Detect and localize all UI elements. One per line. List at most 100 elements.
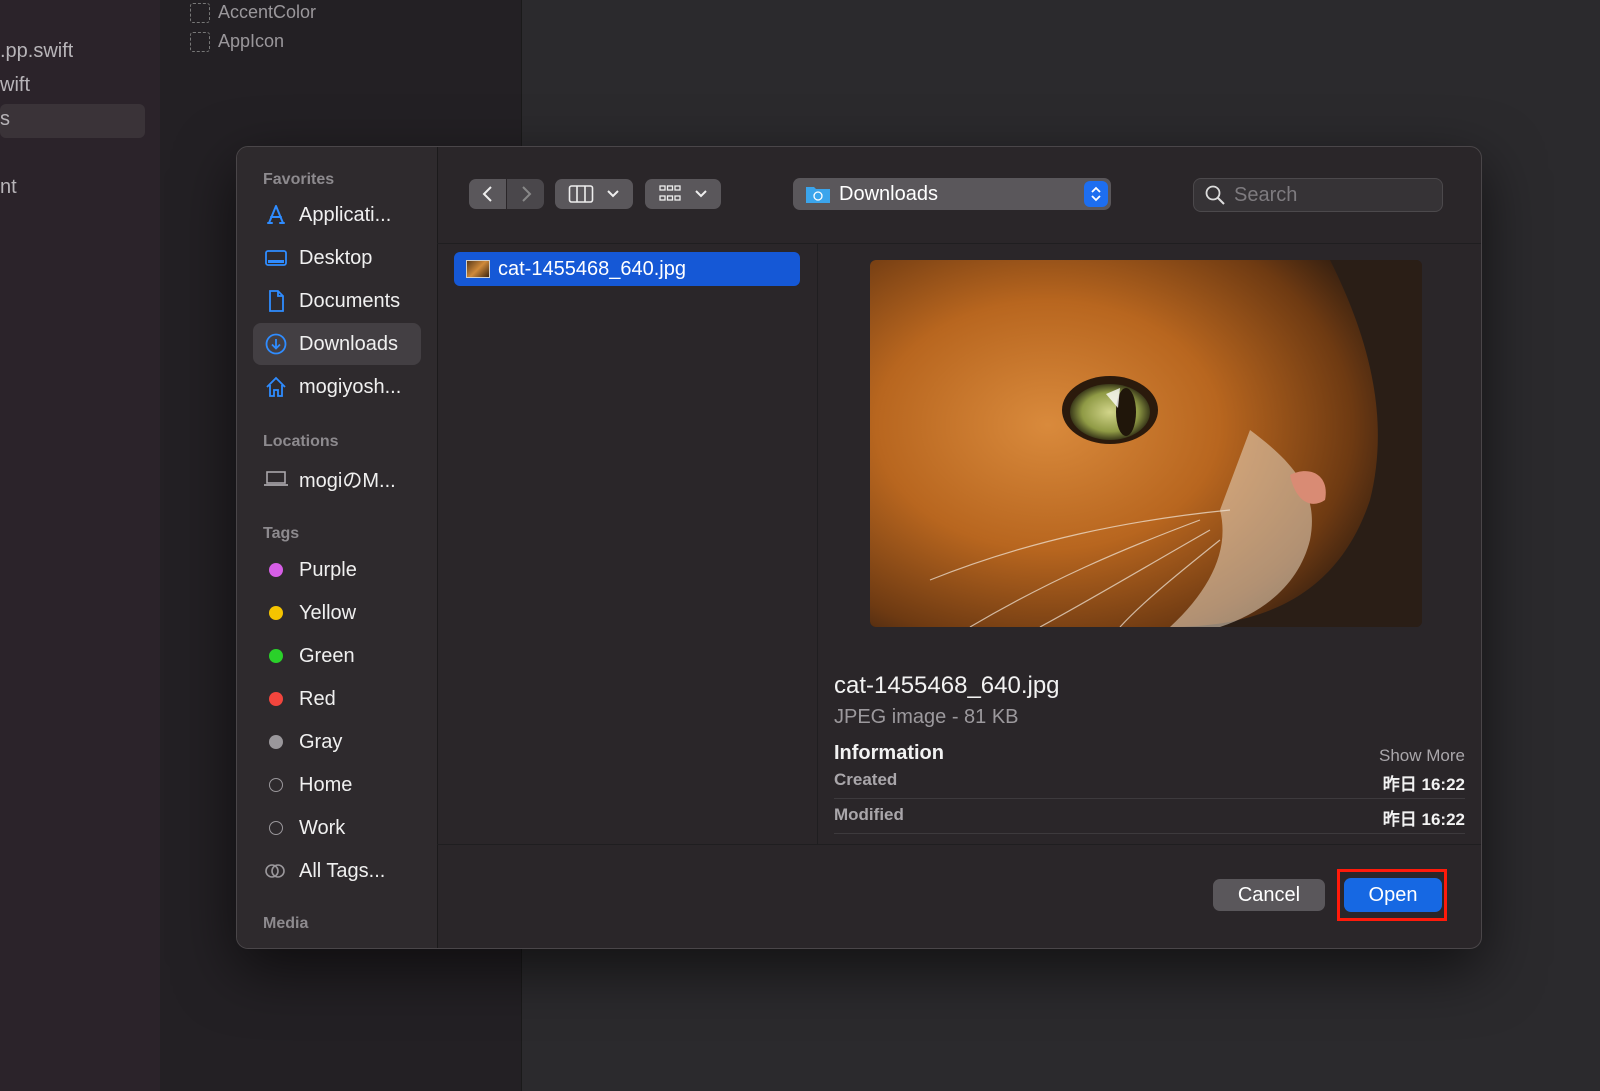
sidebar-item-label: Gray [299, 730, 343, 753]
sidebar-tag-red[interactable]: Red [253, 678, 421, 720]
sidebar-item-label: mogiyosh... [299, 375, 402, 398]
asset-label: AppIcon [218, 31, 285, 51]
background-file: nt [0, 176, 17, 198]
all-tags-icon [263, 858, 289, 884]
file-row[interactable]: cat-1455468_640.jpg [454, 252, 800, 286]
open-file-dialog: Favorites Applicati... Desktop Documents… [236, 146, 1482, 949]
show-more-link[interactable]: Show More [1379, 746, 1465, 766]
tag-dot-icon [263, 643, 289, 669]
dialog-sidebar: Favorites Applicati... Desktop Documents… [237, 147, 438, 948]
sidebar-tag-work[interactable]: Work [253, 807, 421, 849]
grid-icon [659, 185, 681, 201]
sidebar-item-desktop[interactable]: Desktop [253, 237, 421, 279]
documents-icon [263, 288, 289, 314]
navigation-group [469, 179, 544, 209]
sidebar-item-label: Green [299, 644, 355, 667]
chevron-down-icon [607, 190, 619, 198]
sidebar-item-label: Desktop [299, 246, 373, 269]
location-stepper [1084, 181, 1108, 207]
sidebar-heading-locations: Locations [263, 433, 339, 450]
sidebar-tag-purple[interactable]: Purple [253, 549, 421, 591]
background-file: s [0, 108, 10, 130]
sidebar-tag-home[interactable]: Home [253, 764, 421, 806]
search-input[interactable] [1232, 182, 1426, 208]
info-row-modified: Modified 昨日 16:22 [834, 799, 1465, 834]
chevron-left-icon [482, 186, 492, 202]
dialog-toolbar: Downloads [437, 147, 1481, 244]
info-row-created: Created 昨日 16:22 [834, 764, 1465, 799]
sidebar-heading-tags: Tags [263, 525, 300, 542]
sidebar-item-home[interactable]: mogiyosh... [253, 366, 421, 408]
location-popup-button[interactable]: Downloads [793, 178, 1111, 210]
preview-image [870, 260, 1422, 627]
sidebar-item-label: Purple [299, 558, 357, 581]
sidebar-all-tags[interactable]: All Tags... [253, 850, 421, 892]
sidebar-item-label: Work [299, 816, 346, 839]
back-button[interactable] [469, 179, 506, 209]
dialog-main: Downloads cat-1455468_640.jpg [437, 147, 1481, 948]
sidebar-item-downloads[interactable]: Downloads [253, 323, 421, 365]
sidebar-item-label: Documents [299, 289, 401, 312]
downloads-icon [263, 331, 289, 357]
tag-dot-icon [263, 686, 289, 712]
image-file-icon [466, 260, 490, 278]
sidebar-item-label: Home [299, 773, 353, 796]
chevron-down-icon [695, 190, 707, 198]
tag-hollow-dot-icon [263, 772, 289, 798]
sidebar-item-label: Applicati... [299, 203, 392, 226]
forward-button[interactable] [507, 179, 544, 209]
search-field[interactable] [1193, 178, 1443, 212]
applications-icon [263, 202, 289, 228]
tag-dot-icon [263, 557, 289, 583]
sidebar-heading-media: Media [263, 915, 309, 932]
sidebar-item-applications[interactable]: Applicati... [253, 194, 421, 236]
chevron-up-down-icon [1091, 186, 1101, 202]
file-list-column: cat-1455468_640.jpg [437, 244, 818, 844]
asset-row: AppIcon [190, 31, 284, 52]
tag-hollow-dot-icon [263, 815, 289, 841]
sidebar-item-documents[interactable]: Documents [253, 280, 421, 322]
sidebar-item-mac[interactable]: mogiのM... [253, 457, 421, 499]
desktop-icon [263, 245, 289, 271]
sidebar-item-label: Downloads [299, 332, 398, 355]
folder-icon [806, 187, 830, 203]
preview-file-kind: JPEG image - 81 KB [834, 706, 1019, 728]
preview-info-heading: Information [834, 742, 944, 764]
asset-icon [190, 31, 210, 52]
info-key: Modified [834, 805, 904, 824]
sidebar-item-label: Yellow [299, 601, 357, 624]
background-selected-row [0, 104, 145, 138]
sidebar-heading-favorites: Favorites [263, 171, 335, 188]
dialog-footer: Cancel Open [437, 844, 1481, 948]
sidebar-item-label: Red [299, 687, 336, 710]
asset-label: AccentColor [218, 2, 317, 22]
columns-view-icon [568, 185, 594, 203]
tag-dot-icon [263, 729, 289, 755]
search-icon [1205, 185, 1225, 205]
location-label: Downloads [839, 182, 938, 205]
chevron-right-icon [521, 186, 531, 202]
background-file: .pp.swift [0, 40, 74, 62]
cat-photo-icon [870, 260, 1422, 627]
preview-file-name: cat-1455468_640.jpg [834, 672, 1060, 699]
file-name: cat-1455468_640.jpg [498, 257, 686, 280]
preview-pane: cat-1455468_640.jpg JPEG image - 81 KB I… [818, 244, 1481, 844]
sidebar-tag-yellow[interactable]: Yellow [253, 592, 421, 634]
tag-dot-icon [263, 600, 289, 626]
sidebar-tag-gray[interactable]: Gray [253, 721, 421, 763]
sidebar-item-label: mogiのM... [299, 469, 396, 492]
cancel-button[interactable]: Cancel [1213, 879, 1325, 911]
home-icon [263, 374, 289, 400]
group-by-button[interactable] [645, 179, 721, 209]
info-value: 昨日 16:22 [1382, 810, 1465, 829]
asset-icon [190, 2, 210, 23]
view-mode-button[interactable] [555, 179, 633, 209]
asset-row: AccentColor [190, 2, 316, 23]
background-file: wift [0, 74, 30, 96]
laptop-icon [263, 465, 289, 491]
sidebar-tag-green[interactable]: Green [253, 635, 421, 677]
info-value: 昨日 16:22 [1382, 775, 1465, 794]
info-key: Created [834, 770, 898, 789]
background-navigator: .pp.swift wift s nt [0, 0, 160, 1091]
open-button[interactable]: Open [1344, 878, 1442, 912]
